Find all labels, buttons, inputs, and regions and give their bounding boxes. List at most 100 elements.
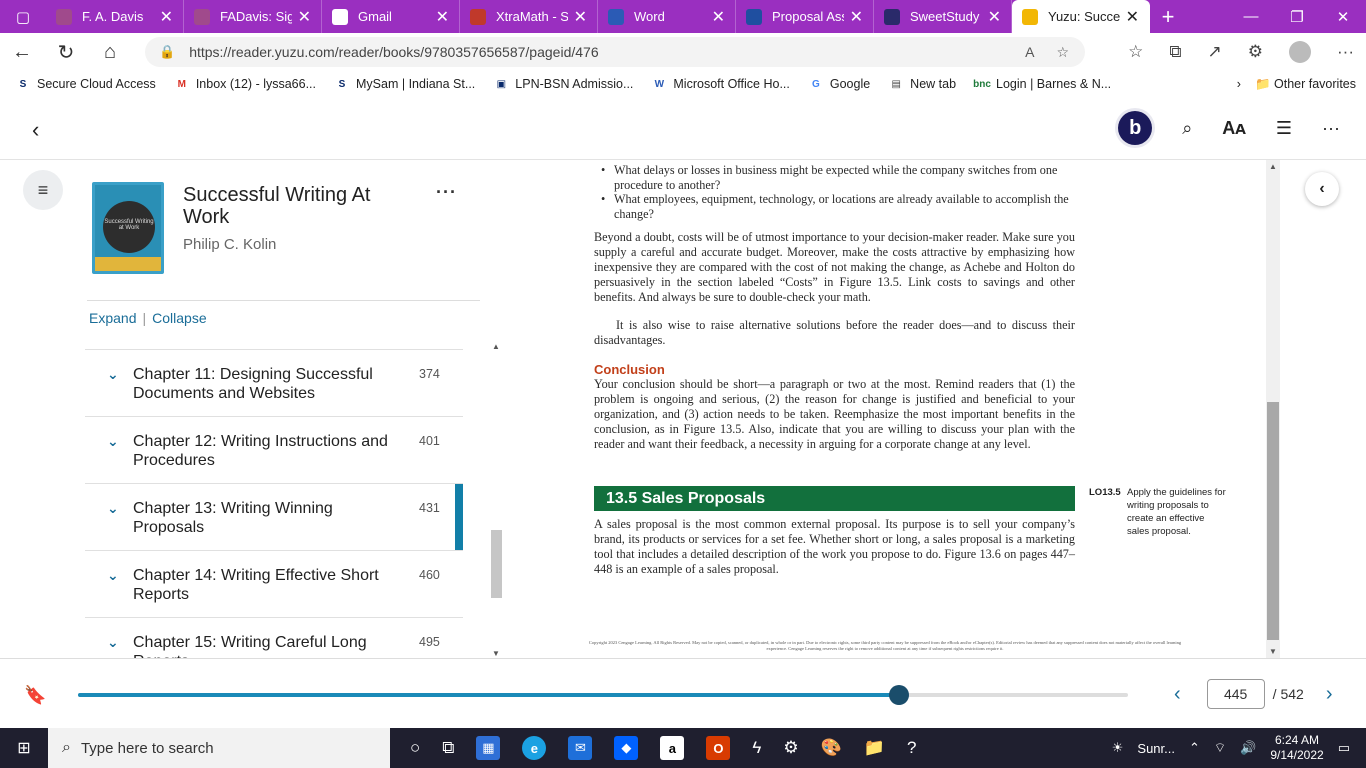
close-tab-icon[interactable]: ✕: [988, 7, 1001, 27]
bookmark-item[interactable]: S Secure Cloud Access: [16, 77, 156, 91]
browser-tab[interactable]: Proposal Assi ✕: [736, 0, 874, 33]
chapter-item[interactable]: ⌄ Chapter 11: Designing Successful Docume…: [85, 349, 463, 416]
browser-tab[interactable]: FADavis: Sign ✕: [184, 0, 322, 33]
close-tab-icon[interactable]: ✕: [850, 7, 863, 27]
bookmark-favicon-icon: bnc: [973, 78, 991, 90]
other-favorites[interactable]: 📁 Other favorites: [1255, 77, 1356, 92]
volume-icon[interactable]: 🔊: [1240, 740, 1256, 756]
browser-tab[interactable]: Gmail ✕: [322, 0, 460, 33]
chapter-item[interactable]: ⌄ Chapter 15: Writing Careful Long Report…: [85, 617, 463, 658]
expand-link[interactable]: Expand: [89, 310, 136, 326]
search-icon[interactable]: ⌕: [1182, 118, 1192, 139]
browser-tab[interactable]: Yuzu: Success ✕: [1012, 0, 1150, 33]
slider-knob[interactable]: [889, 685, 910, 705]
amazon-icon[interactable]: a: [660, 736, 685, 760]
tab-favicon-icon: [608, 8, 624, 25]
url-field[interactable]: 🔒 https://reader.yuzu.com/reader/books/9…: [145, 37, 1085, 67]
toc-scrollbar[interactable]: ▲ ▼: [490, 342, 502, 658]
bookmark-item[interactable]: M Inbox (12) - lyssa66...: [175, 77, 316, 91]
weather-text[interactable]: Sunr...: [1137, 741, 1175, 756]
task-view-icon[interactable]: ⧉: [442, 738, 454, 758]
profile-badge[interactable]: b: [1118, 111, 1153, 145]
browser-tab[interactable]: XtraMath - St ✕: [460, 0, 598, 33]
store-icon[interactable]: ▦: [476, 736, 501, 760]
browser-tab[interactable]: SweetStudy ✕: [874, 0, 1012, 33]
app-icon[interactable]: ϟ: [752, 738, 761, 758]
more-bookmarks-chevron-icon[interactable]: ›: [1237, 77, 1241, 91]
more-options-icon[interactable]: ···: [1322, 118, 1340, 139]
clock[interactable]: 6:24 AM 9/14/2022: [1270, 733, 1323, 763]
bullet-item: What employees, equipment, technology, o…: [601, 192, 1074, 222]
chevron-down-icon[interactable]: ⌄: [107, 500, 119, 517]
office-icon[interactable]: O: [706, 736, 731, 760]
home-icon[interactable]: ⌂: [88, 41, 132, 64]
close-tab-icon[interactable]: ✕: [436, 7, 449, 27]
add-favorite-icon[interactable]: ☆: [1056, 44, 1069, 61]
page-scrollbar[interactable]: ▲ ▼: [1266, 160, 1280, 658]
favorites-icon[interactable]: ☆: [1128, 42, 1143, 62]
chapter-item[interactable]: ⌄ Chapter 14: Writing Effective Short Rep…: [85, 550, 463, 617]
notification-icon[interactable]: ▭: [1338, 740, 1350, 756]
chevron-down-icon[interactable]: ⌄: [107, 634, 119, 651]
text-size-icon[interactable]: Aᴀ: [1222, 118, 1246, 139]
chevron-down-icon[interactable]: ⌄: [107, 433, 119, 450]
close-tab-icon[interactable]: ✕: [712, 7, 725, 27]
browser-tab[interactable]: F. A. Davis ✕: [46, 0, 184, 33]
minimize-icon[interactable]: —: [1228, 0, 1274, 33]
windows-start-icon[interactable]: ⊞: [0, 738, 48, 758]
bookmark-item[interactable]: ▤ New tab: [889, 77, 956, 91]
new-tab-button[interactable]: +: [1150, 0, 1186, 33]
settings-gear-icon[interactable]: ⚙: [783, 738, 798, 758]
bookmark-label: New tab: [910, 77, 957, 91]
tab-actions-icon[interactable]: ▢: [0, 0, 46, 33]
collections-icon[interactable]: ⧉: [1169, 42, 1181, 62]
close-tab-icon[interactable]: ✕: [574, 7, 587, 27]
file-explorer-icon[interactable]: 📁: [864, 738, 885, 758]
back-chevron-icon[interactable]: ‹: [32, 117, 39, 143]
collapse-link[interactable]: Collapse: [152, 310, 206, 326]
read-aloud-icon[interactable]: A: [1025, 44, 1034, 61]
page-progress-slider[interactable]: [78, 685, 1128, 705]
mail-icon[interactable]: ✉: [568, 736, 593, 760]
bookmark-item[interactable]: G Google: [809, 77, 870, 91]
cortana-icon[interactable]: ○: [410, 738, 420, 758]
close-window-icon[interactable]: ✕: [1320, 0, 1366, 33]
network-icon[interactable]: ⌔: [1214, 740, 1226, 756]
edge-icon[interactable]: e: [522, 736, 547, 760]
tab-title: SweetStudy: [910, 9, 980, 24]
chapter-item[interactable]: ⌄ Chapter 13: Writing Winning Proposals 43…: [85, 483, 463, 551]
tray-chevron-icon[interactable]: ⌃: [1189, 740, 1200, 756]
help-icon[interactable]: ?: [907, 738, 916, 758]
taskbar-search[interactable]: ⌕ Type here to search: [48, 728, 390, 768]
chapter-item[interactable]: ⌄ Chapter 12: Writing Instructions and Pr…: [85, 416, 463, 483]
bookmark-icon[interactable]: 🔖: [24, 685, 46, 706]
lock-icon[interactable]: 🔒: [159, 44, 175, 60]
settings-more-icon[interactable]: ···: [1337, 42, 1354, 62]
next-page-icon[interactable]: ›: [1326, 683, 1333, 706]
page-number-input[interactable]: 445: [1206, 679, 1265, 709]
close-tab-icon[interactable]: ✕: [160, 7, 173, 27]
menu-icon[interactable]: ≡: [23, 170, 63, 210]
bookmark-item[interactable]: S MySam | Indiana St...: [335, 77, 476, 91]
collapse-panel-chevron-icon[interactable]: ‹: [1305, 172, 1339, 206]
extensions-icon[interactable]: ⚙: [1248, 42, 1263, 62]
bookmark-list-icon[interactable]: ☰: [1276, 118, 1292, 139]
paint-icon[interactable]: 🎨: [821, 738, 842, 758]
refresh-icon[interactable]: ↻: [44, 40, 88, 65]
profile-avatar[interactable]: [1289, 41, 1312, 63]
weather-icon[interactable]: ☀: [1112, 740, 1124, 756]
browser-tab[interactable]: Word ✕: [598, 0, 736, 33]
book-more-icon[interactable]: ···: [436, 182, 457, 203]
chevron-down-icon[interactable]: ⌄: [107, 366, 119, 383]
dropbox-icon[interactable]: ◆: [614, 736, 639, 760]
restore-icon[interactable]: ❐: [1274, 0, 1320, 33]
close-tab-icon[interactable]: ✕: [298, 7, 311, 27]
bookmark-item[interactable]: bnc Login | Barnes & N...: [973, 77, 1111, 91]
back-icon[interactable]: ←: [0, 41, 44, 64]
share-icon[interactable]: ↗: [1208, 42, 1222, 62]
close-tab-icon[interactable]: ✕: [1126, 7, 1139, 27]
chevron-down-icon[interactable]: ⌄: [107, 567, 119, 584]
bookmark-item[interactable]: W Microsoft Office Ho...: [652, 77, 790, 91]
previous-page-icon[interactable]: ‹: [1174, 683, 1181, 706]
bookmark-item[interactable]: ▣ LPN-BSN Admissio...: [494, 77, 634, 91]
